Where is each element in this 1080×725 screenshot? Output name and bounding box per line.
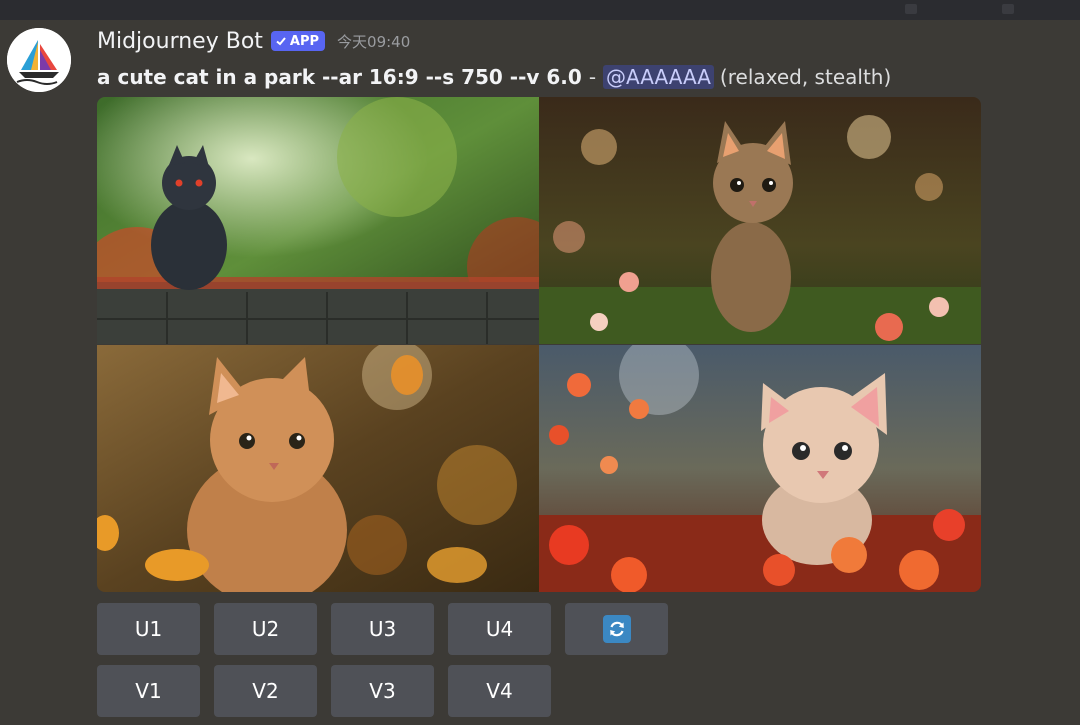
sailboat-logo-icon [7, 28, 71, 92]
upscale-button-2[interactable]: U2 [214, 603, 317, 655]
check-icon [276, 37, 286, 46]
badge-label: APP [289, 33, 320, 49]
top-bar-icon [1002, 4, 1014, 14]
prompt-text: a cute cat in a park --ar 16:9 --s 750 -… [97, 65, 582, 89]
prompt-separator: - [588, 65, 597, 89]
upscale-button-1[interactable]: U1 [97, 603, 200, 655]
variation-button-4[interactable]: V4 [448, 665, 551, 717]
window-top-bar [0, 0, 1080, 20]
refresh-icon [602, 615, 631, 643]
prompt-line: a cute cat in a park --ar 16:9 --s 750 -… [97, 62, 891, 92]
chat-message: Midjourney Bot APP 今天09:40 a cute cat in… [0, 20, 1080, 725]
top-bar-icon [905, 4, 917, 14]
user-mention[interactable]: @AAAAAA [603, 65, 714, 89]
variation-button-1[interactable]: V1 [97, 665, 200, 717]
upscale-button-4[interactable]: U4 [448, 603, 551, 655]
variation-button-3[interactable]: V3 [331, 665, 434, 717]
upscale-button-3[interactable]: U3 [331, 603, 434, 655]
upscale-button-row: U1 U2 U3 U4 [97, 603, 668, 655]
image-tabby-kitten-walking[interactable] [539, 97, 981, 344]
app-badge: APP [270, 31, 326, 51]
variation-button-2[interactable]: V2 [214, 665, 317, 717]
reroll-button[interactable] [565, 603, 668, 655]
author-name[interactable]: Midjourney Bot [97, 29, 263, 54]
timestamp: 今天09:40 [337, 32, 411, 51]
image-grid[interactable] [97, 97, 981, 592]
avatar[interactable] [7, 28, 71, 92]
job-mode: (relaxed, stealth) [719, 65, 892, 89]
message-header: Midjourney Bot APP 今天09:40 [97, 26, 410, 56]
image-kitten-red-flowers[interactable] [539, 345, 981, 592]
variation-button-row: V1 V2 V3 V4 [97, 665, 551, 717]
image-orange-cat-autumn-leaves[interactable] [97, 345, 539, 592]
image-black-cat-on-wall[interactable] [97, 97, 539, 344]
